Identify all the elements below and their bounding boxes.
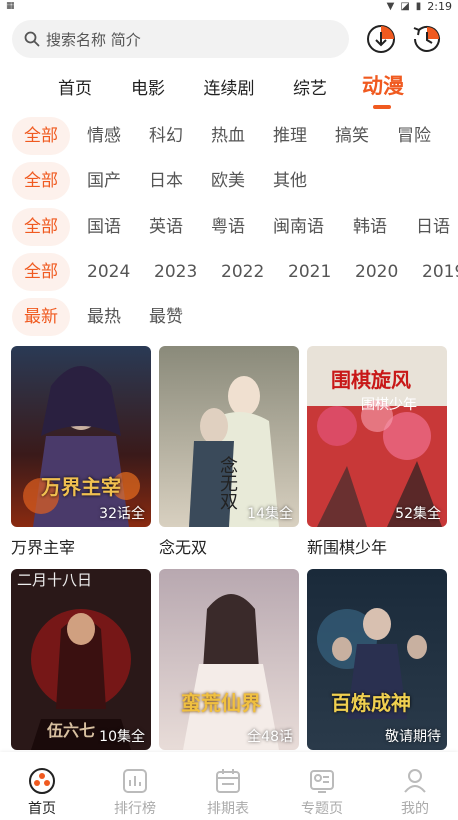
anime-card[interactable]: 蛮荒仙界 全48话 <box>159 569 299 757</box>
filter-language-item[interactable]: 国语 <box>87 208 121 246</box>
search-icon <box>24 31 40 47</box>
search-placeholder: 搜索名称 简介 <box>46 30 141 49</box>
home-film-reel-icon <box>29 768 55 794</box>
filter-language-item[interactable]: 日语 <box>416 208 450 246</box>
filter-year-item[interactable]: 2020 <box>355 253 398 291</box>
episode-badge: 全48话 <box>247 729 293 745</box>
search-row: 搜索名称 简介 <box>12 20 452 60</box>
tab-variety[interactable]: 综艺 <box>293 74 327 99</box>
nav-schedule[interactable]: 排期表 <box>182 752 274 820</box>
filter-language-item[interactable]: 闽南语 <box>273 208 324 246</box>
poster-image[interactable]: 围棋旋风 围棋少年 52集全 <box>307 346 447 527</box>
filter-row-language: 全部 国语 英语 粤语 闽南语 韩语 日语 <box>0 208 458 246</box>
filter-year-item[interactable]: 2021 <box>288 253 331 291</box>
tab-home[interactable]: 首页 <box>58 74 92 99</box>
nav-topics[interactable]: 专题页 <box>276 752 368 820</box>
status-bar: ▦ ▼ ◪ ▮ 2:19 <box>0 0 458 14</box>
filter-genre-item[interactable]: 冒险 <box>397 117 431 155</box>
poster-image[interactable]: 念无双 14集全 <box>159 346 299 527</box>
filter-region-item[interactable]: 日本 <box>149 162 183 200</box>
bottom-nav: 首页 排行榜 排期表 专题页 我的 <box>0 752 458 820</box>
tab-series[interactable]: 连续剧 <box>204 74 255 99</box>
filter-year-item[interactable]: 2019 <box>422 253 458 291</box>
topics-board-icon <box>310 770 334 793</box>
nav-label: 首页 <box>28 801 56 817</box>
episode-badge: 10集全 <box>99 729 145 745</box>
poster-sub-text: 围棋少年 <box>361 397 417 413</box>
filter-genre-all[interactable]: 全部 <box>12 117 70 155</box>
filter-region-item[interactable]: 欧美 <box>211 162 245 200</box>
anime-card[interactable]: 百炼成神 敬请期待 <box>307 569 447 757</box>
filter-year-item[interactable]: 2022 <box>221 253 264 291</box>
download-icon[interactable] <box>364 22 398 56</box>
anime-card[interactable]: 围棋旋风 围棋少年 52集全 新围棋少年 <box>307 346 447 558</box>
poster-image[interactable]: 百炼成神 敬请期待 <box>307 569 447 750</box>
filter-language-all[interactable]: 全部 <box>12 208 70 246</box>
search-input[interactable]: 搜索名称 简介 <box>12 20 349 58</box>
battery-icon: ▮ <box>415 1 422 12</box>
nav-home[interactable]: 首页 <box>0 752 88 820</box>
anime-card[interactable]: 万界主宰 32话全 万界主宰 <box>11 346 151 558</box>
poster-logo-text: 万界主宰 <box>41 475 121 499</box>
filter-row-sort: 最新 最热 最赞 <box>0 298 458 336</box>
filter-genre-item[interactable]: 推理 <box>273 117 307 155</box>
tab-movie[interactable]: 电影 <box>131 74 165 99</box>
sort-most-liked[interactable]: 最赞 <box>149 298 183 336</box>
poster-logo-text: 伍六七 <box>47 721 96 740</box>
filter-row-year: 全部 2024 2023 2022 2021 2020 2019 <box>0 253 458 291</box>
filter-year-item[interactable]: 2024 <box>87 253 130 291</box>
calendar-icon <box>216 769 240 793</box>
filter-year-all[interactable]: 全部 <box>12 253 70 291</box>
nav-label: 我的 <box>401 801 429 817</box>
card-title[interactable]: 新围棋少年 <box>307 534 447 558</box>
filter-region-item[interactable]: 国产 <box>87 162 121 200</box>
filter-genre-item[interactable]: 科幻 <box>149 117 183 155</box>
filter-genre-item[interactable]: 热血 <box>211 117 245 155</box>
episode-badge: 敬请期待 <box>385 729 441 745</box>
poster-logo-text: 围棋旋风 <box>331 368 411 392</box>
tab-anime[interactable]: 动漫 <box>362 70 404 100</box>
no-signal-icon: ◪ <box>400 1 410 12</box>
filter-genre-item[interactable]: 搞笑 <box>335 117 369 155</box>
poster-logo-text: 百炼成神 <box>331 691 411 715</box>
filter-language-item[interactable]: 粤语 <box>211 208 245 246</box>
wifi-icon: ▼ <box>386 1 395 12</box>
filter-language-item[interactable]: 韩语 <box>353 208 387 246</box>
filter-language-item[interactable]: 英语 <box>149 208 183 246</box>
anime-card[interactable]: 念无双 14集全 念无双 <box>159 346 299 558</box>
nav-label: 排行榜 <box>114 801 156 817</box>
nav-profile[interactable]: 我的 <box>369 752 458 820</box>
filter-region-all[interactable]: 全部 <box>12 162 70 200</box>
episode-badge: 52集全 <box>395 506 441 522</box>
filter-row-genre: 全部 情感 科幻 热血 推理 搞笑 冒险 <box>0 117 458 155</box>
nav-label: 专题页 <box>301 801 343 817</box>
history-icon[interactable] <box>410 22 444 56</box>
poster-image[interactable]: 万界主宰 32话全 <box>11 346 151 527</box>
nav-ranking[interactable]: 排行榜 <box>89 752 181 820</box>
poster-top-text: 二月十八日 <box>17 571 93 589</box>
filter-year-item[interactable]: 2023 <box>154 253 197 291</box>
nav-label: 排期表 <box>207 801 249 817</box>
filter-row-region: 全部 国产 日本 欧美 其他 <box>0 162 458 200</box>
qr-icon: ▦ <box>6 1 15 11</box>
episode-badge: 32话全 <box>99 506 145 522</box>
ranking-chart-icon <box>123 769 147 793</box>
anime-card[interactable]: 二月十八日 伍六七 10集全 <box>11 569 151 757</box>
card-title[interactable]: 万界主宰 <box>11 534 151 558</box>
status-time: 2:19 <box>427 0 452 13</box>
filter-region-item[interactable]: 其他 <box>273 162 307 200</box>
poster-image[interactable]: 二月十八日 伍六七 10集全 <box>11 569 151 750</box>
poster-image[interactable]: 蛮荒仙界 全48话 <box>159 569 299 750</box>
episode-badge: 14集全 <box>247 506 293 522</box>
user-icon <box>404 769 426 793</box>
active-tab-indicator <box>373 105 391 109</box>
poster-logo-text: 蛮荒仙界 <box>181 691 261 715</box>
poster-logo-text: 念无双 <box>217 456 238 510</box>
category-tabs: 首页 电影 连续剧 综艺 动漫 <box>0 64 458 112</box>
card-title[interactable]: 念无双 <box>159 534 299 558</box>
sort-latest[interactable]: 最新 <box>12 298 70 336</box>
filter-genre-item[interactable]: 情感 <box>87 117 121 155</box>
sort-hottest[interactable]: 最热 <box>87 298 121 336</box>
